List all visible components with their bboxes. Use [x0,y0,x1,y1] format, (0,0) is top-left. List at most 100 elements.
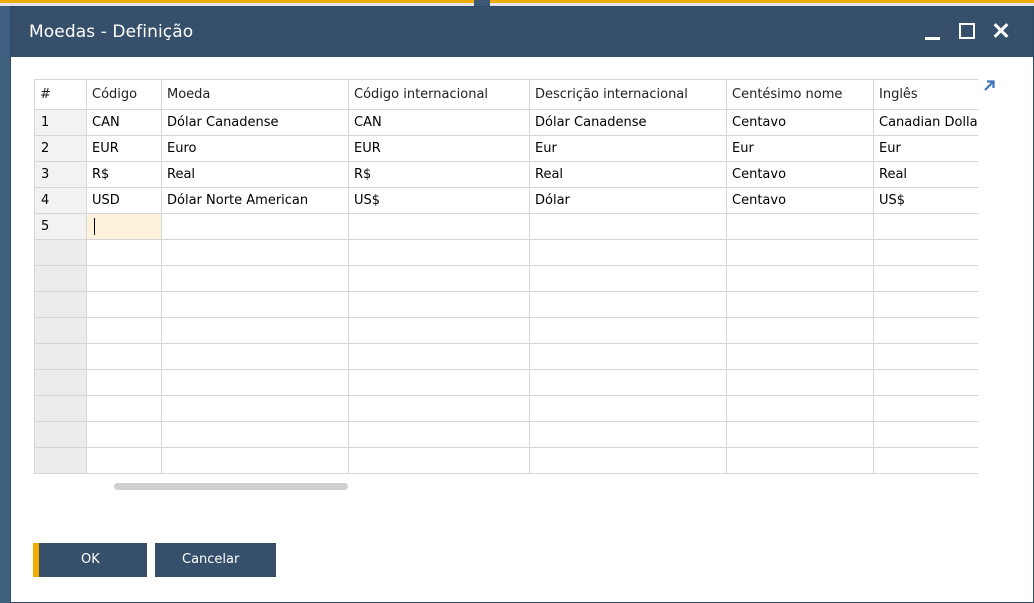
cell-english[interactable] [873,213,978,240]
cell-hundredth-name[interactable]: Eur [726,135,874,162]
cell-code[interactable]: USD [86,187,162,214]
scrollbar-thumb[interactable] [114,483,348,490]
empty-cell [873,239,978,266]
row-number-empty [34,447,87,474]
empty-row [34,421,978,448]
table-row[interactable]: 3 R$ Real R$ Real Centavo Real [34,161,978,188]
expand-arrow-icon[interactable] [981,78,997,94]
empty-cell [726,343,874,370]
cell-english[interactable]: Eur [873,135,978,162]
empty-cell [86,421,162,448]
currency-grid: # Código Moeda Código internacional Desc… [34,79,978,474]
maximize-icon[interactable] [953,17,981,45]
cell-intl-description[interactable]: Dólar Canadense [529,109,727,136]
empty-cell [873,395,978,422]
row-number[interactable]: 1 [34,109,87,136]
cell-hundredth-name[interactable] [726,213,874,240]
row-number[interactable]: 5 [34,213,87,240]
empty-cell [529,265,727,292]
cancel-button[interactable]: Cancelar [155,543,276,577]
cell-intl-code[interactable]: US$ [348,187,530,214]
row-number-empty [34,239,87,266]
cell-intl-code[interactable] [348,213,530,240]
empty-row [34,239,978,266]
column-header-intl-description[interactable]: Descrição internacional [529,79,727,110]
cell-intl-code[interactable]: EUR [348,135,530,162]
empty-cell [726,291,874,318]
cell-currency[interactable]: Euro [161,135,349,162]
cell-hundredth-name[interactable]: Centavo [726,161,874,188]
empty-cell [161,395,349,422]
cell-english[interactable]: US$ [873,187,978,214]
table-row[interactable]: 4 USD Dólar Norte American US$ Dólar Cen… [34,187,978,214]
column-header-hundredth-name[interactable]: Centésimo nome [726,79,874,110]
cell-intl-description[interactable]: Eur [529,135,727,162]
empty-cell [529,447,727,474]
cell-english[interactable]: Real [873,161,978,188]
text-caret [94,218,95,235]
cell-currency[interactable] [161,213,349,240]
cell-code-input[interactable] [86,213,162,240]
cell-currency[interactable]: Real [161,161,349,188]
cell-hundredth-name[interactable]: Centavo [726,109,874,136]
cell-intl-description[interactable]: Dólar [529,187,727,214]
row-number-empty [34,395,87,422]
title-bar[interactable]: Moedas - Definição [11,7,1033,57]
empty-cell [873,291,978,318]
column-header-code[interactable]: Código [86,79,162,110]
empty-cell [529,291,727,318]
empty-cell [86,447,162,474]
cell-code[interactable]: CAN [86,109,162,136]
cell-intl-code[interactable]: R$ [348,161,530,188]
close-icon[interactable] [987,17,1015,45]
table-row[interactable]: 2 EUR Euro EUR Eur Eur Eur [34,135,978,162]
table-row[interactable]: 1 CAN Dólar Canadense CAN Dólar Canadens… [34,109,978,136]
empty-cell [86,369,162,396]
cell-code[interactable]: R$ [86,161,162,188]
table-row-new[interactable]: 5 [34,213,978,240]
cell-currency[interactable]: Dólar Norte American [161,187,349,214]
window-title: Moedas - Definição [29,22,194,42]
empty-row [34,369,978,396]
empty-cell [161,421,349,448]
empty-cell [529,369,727,396]
column-header-currency[interactable]: Moeda [161,79,349,110]
empty-row [34,291,978,318]
empty-cell [348,395,530,422]
column-header-number[interactable]: # [34,79,87,110]
empty-cell [873,265,978,292]
row-number-empty [34,265,87,292]
cell-hundredth-name[interactable]: Centavo [726,187,874,214]
cell-intl-description[interactable]: Real [529,161,727,188]
minimize-icon[interactable] [919,17,947,45]
empty-cell [348,447,530,474]
empty-cell [529,395,727,422]
empty-cell [726,317,874,344]
cell-english[interactable]: Canadian Dollar [873,109,978,136]
empty-cell [726,239,874,266]
ok-button[interactable]: OK [33,543,147,577]
row-number-empty [34,317,87,344]
cell-intl-code[interactable]: CAN [348,109,530,136]
cell-intl-description[interactable] [529,213,727,240]
empty-cell [726,421,874,448]
currency-table: # Código Moeda Código internacional Desc… [34,79,978,474]
row-number[interactable]: 4 [34,187,87,214]
horizontal-scrollbar[interactable] [111,482,351,492]
empty-cell [348,369,530,396]
empty-cell [873,317,978,344]
empty-cell [529,421,727,448]
empty-cell [86,395,162,422]
cancel-button-label: Cancelar [182,552,240,567]
empty-row [34,317,978,344]
empty-cell [348,421,530,448]
row-number-empty [34,369,87,396]
cell-code[interactable]: EUR [86,135,162,162]
row-number[interactable]: 2 [34,135,87,162]
empty-cell [726,447,874,474]
empty-cell [873,421,978,448]
column-header-intl-code[interactable]: Código internacional [348,79,530,110]
column-header-english[interactable]: Inglês [873,79,978,110]
cell-currency[interactable]: Dólar Canadense [161,109,349,136]
row-number[interactable]: 3 [34,161,87,188]
